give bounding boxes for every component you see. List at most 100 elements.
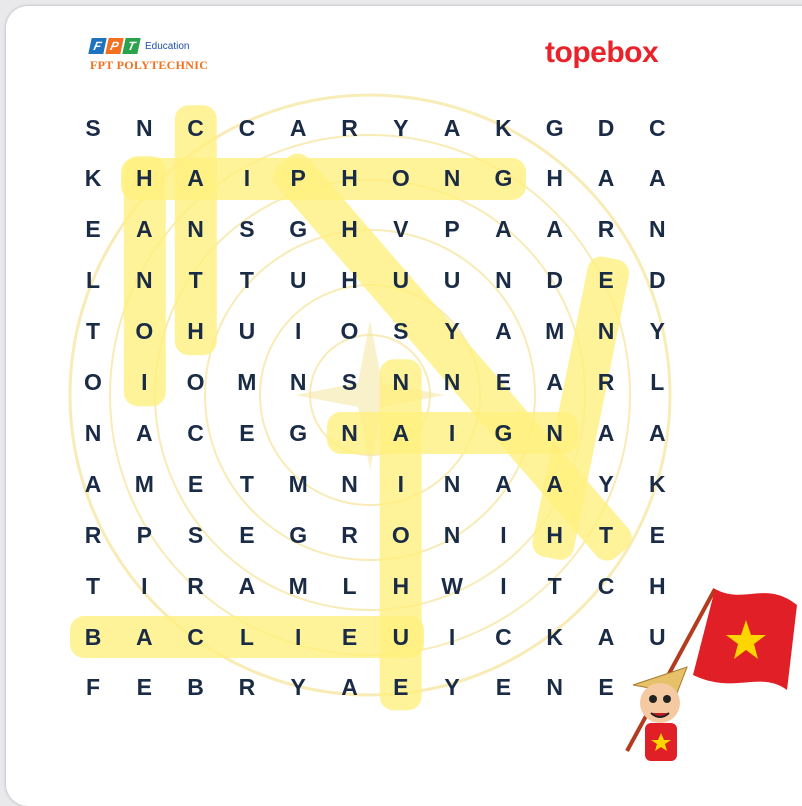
grid-cell[interactable]: N xyxy=(384,366,418,400)
grid-cell[interactable]: A xyxy=(127,213,161,247)
grid-cell[interactable]: S xyxy=(230,213,264,247)
grid-cell[interactable]: P xyxy=(127,518,161,552)
grid-cell[interactable]: O xyxy=(76,366,110,400)
grid-cell[interactable]: N xyxy=(333,416,367,450)
grid-cell[interactable]: L xyxy=(640,366,674,400)
grid-cell[interactable]: A xyxy=(435,111,469,145)
grid-cell[interactable]: S xyxy=(384,315,418,349)
grid-cell[interactable]: H xyxy=(179,315,213,349)
grid-cell[interactable]: N xyxy=(435,467,469,501)
grid-cell[interactable]: Y xyxy=(435,315,469,349)
grid-cell[interactable]: H xyxy=(333,264,367,298)
grid-cell[interactable]: A xyxy=(640,162,674,196)
grid-cell[interactable]: A xyxy=(127,620,161,654)
grid-cell[interactable]: Y xyxy=(640,315,674,349)
grid-cell[interactable]: C xyxy=(179,416,213,450)
grid-cell[interactable]: G xyxy=(486,416,520,450)
grid-cell[interactable]: A xyxy=(538,213,572,247)
grid-cell[interactable]: C xyxy=(486,620,520,654)
grid-cell[interactable]: I xyxy=(281,620,315,654)
grid-cell[interactable]: U xyxy=(435,264,469,298)
grid-cell[interactable]: I xyxy=(435,416,469,450)
grid-cell[interactable]: A xyxy=(589,416,623,450)
grid-cell[interactable]: N xyxy=(486,264,520,298)
grid-cell[interactable]: P xyxy=(435,213,469,247)
grid-cell[interactable]: O xyxy=(384,518,418,552)
grid-cell[interactable]: N xyxy=(333,467,367,501)
grid-cell[interactable]: H xyxy=(538,518,572,552)
grid-cell[interactable]: M xyxy=(281,569,315,603)
grid-cell[interactable]: H xyxy=(538,162,572,196)
grid-cell[interactable]: U xyxy=(230,315,264,349)
grid-cell[interactable]: N xyxy=(76,416,110,450)
grid-cell[interactable]: A xyxy=(486,213,520,247)
grid-cell[interactable]: I xyxy=(127,569,161,603)
grid-cell[interactable]: E xyxy=(486,366,520,400)
grid-cell[interactable]: R xyxy=(230,671,264,705)
grid-cell[interactable]: G xyxy=(281,213,315,247)
grid-cell[interactable]: E xyxy=(589,264,623,298)
grid-cell[interactable]: A xyxy=(384,416,418,450)
grid-cell[interactable]: B xyxy=(179,671,213,705)
grid-cell[interactable]: T xyxy=(76,315,110,349)
grid-cell[interactable]: A xyxy=(230,569,264,603)
grid-cell[interactable]: N xyxy=(538,671,572,705)
grid-cell[interactable]: A xyxy=(640,416,674,450)
grid-cell[interactable]: R xyxy=(333,111,367,145)
grid-cell[interactable]: T xyxy=(538,569,572,603)
grid-cell[interactable]: A xyxy=(589,162,623,196)
grid-cell[interactable]: A xyxy=(538,467,572,501)
grid-cell[interactable]: N xyxy=(435,366,469,400)
grid-cell[interactable]: H xyxy=(333,162,367,196)
grid-cell[interactable]: S xyxy=(333,366,367,400)
grid-cell[interactable]: K xyxy=(538,620,572,654)
grid-cell[interactable]: E xyxy=(230,518,264,552)
grid-cell[interactable]: B xyxy=(76,620,110,654)
grid-cell[interactable]: N xyxy=(127,111,161,145)
grid-cell[interactable]: V xyxy=(384,213,418,247)
grid-cell[interactable]: E xyxy=(486,671,520,705)
grid-cell[interactable]: N xyxy=(538,416,572,450)
grid-cell[interactable]: M xyxy=(538,315,572,349)
grid-cell[interactable]: G xyxy=(538,111,572,145)
grid-cell[interactable]: N xyxy=(127,264,161,298)
grid-cell[interactable]: C xyxy=(640,111,674,145)
grid-cell[interactable]: R xyxy=(589,213,623,247)
grid-cell[interactable]: A xyxy=(76,467,110,501)
grid-cell[interactable]: T xyxy=(230,467,264,501)
grid-cell[interactable]: L xyxy=(230,620,264,654)
grid-cell[interactable]: K xyxy=(76,162,110,196)
grid-cell[interactable]: A xyxy=(486,467,520,501)
grid-cell[interactable]: N xyxy=(640,213,674,247)
grid-cell[interactable]: N xyxy=(589,315,623,349)
grid-cell[interactable]: N xyxy=(179,213,213,247)
grid-cell[interactable]: F xyxy=(76,671,110,705)
grid-cell[interactable]: H xyxy=(127,162,161,196)
grid-cell[interactable]: G xyxy=(281,518,315,552)
grid-cell[interactable]: Y xyxy=(281,671,315,705)
grid-cell[interactable]: R xyxy=(76,518,110,552)
grid-cell[interactable]: I xyxy=(486,569,520,603)
grid-cell[interactable]: T xyxy=(230,264,264,298)
grid-cell[interactable]: A xyxy=(281,111,315,145)
grid-cell[interactable]: C xyxy=(179,620,213,654)
grid-cell[interactable]: R xyxy=(179,569,213,603)
grid-cell[interactable]: M xyxy=(230,366,264,400)
grid-cell[interactable]: Y xyxy=(384,111,418,145)
grid-cell[interactable]: O xyxy=(127,315,161,349)
grid-cell[interactable]: Y xyxy=(435,671,469,705)
grid-cell[interactable]: M xyxy=(281,467,315,501)
grid-cell[interactable]: T xyxy=(76,569,110,603)
grid-cell[interactable]: R xyxy=(333,518,367,552)
grid-cell[interactable]: I xyxy=(230,162,264,196)
grid-cell[interactable]: C xyxy=(230,111,264,145)
grid-cell[interactable]: I xyxy=(486,518,520,552)
grid-cell[interactable]: D xyxy=(589,111,623,145)
grid-cell[interactable]: N xyxy=(435,162,469,196)
grid-cell[interactable]: I xyxy=(127,366,161,400)
grid-cell[interactable]: C xyxy=(179,111,213,145)
grid-cell[interactable]: I xyxy=(281,315,315,349)
grid-cell[interactable]: A xyxy=(127,416,161,450)
grid-cell[interactable]: A xyxy=(486,315,520,349)
grid-cell[interactable]: E xyxy=(179,467,213,501)
